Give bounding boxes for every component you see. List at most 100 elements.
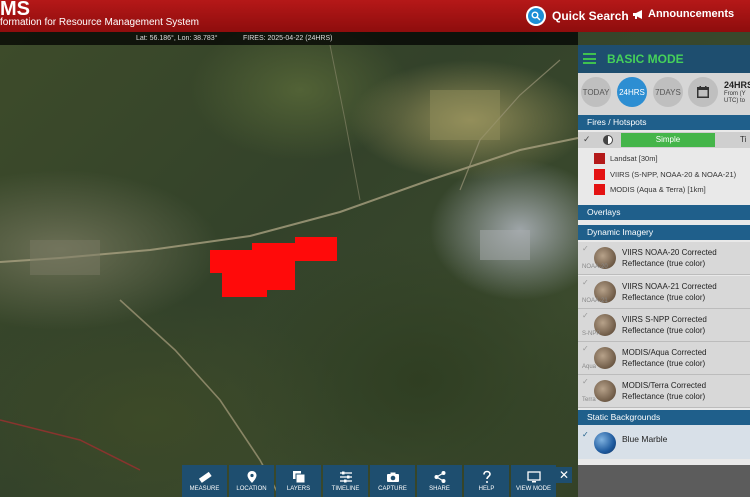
fires-hotspots-header[interactable]: Fires / Hotspots [578, 115, 750, 130]
simple-tab[interactable]: Simple [621, 133, 715, 147]
close-toolbar-button[interactable]: ✕ [556, 467, 572, 483]
overlays-header[interactable]: Overlays [578, 205, 750, 220]
calendar-icon [697, 86, 709, 98]
fire-display-tabs: ✓ Simple Ti [578, 132, 750, 148]
imagery-item-terra[interactable]: ✓ Terra MODIS/Terra Corrected Reflectanc… [578, 375, 750, 408]
capture-button[interactable]: CAPTURE [370, 465, 415, 497]
imagery-tag: Terra [582, 397, 596, 403]
location-button[interactable]: LOCATION [229, 465, 274, 497]
map-info-bar: Lat: 56.186°, Lon: 38.783° FIRES: 2025-0… [0, 32, 578, 45]
background-name: Blue Marble [622, 434, 668, 444]
legend-label: Landsat [30m] [610, 153, 658, 163]
imagery-tag: Aqua [582, 364, 597, 370]
share-icon [434, 471, 445, 483]
imagery-item-noaa21[interactable]: ✓ NOAA-21 VIIRS NOAA-21 Corrected Reflec… [578, 276, 750, 309]
legend-label: VIIRS (S-NPP, NOAA-20 & NOAA-21) [610, 169, 737, 179]
tool-label: MEASURE [189, 486, 220, 492]
static-backgrounds-header[interactable]: Static Backgrounds [578, 410, 750, 425]
legend-item-modis[interactable]: MODIS (Aqua & Terra) [1km] [594, 183, 706, 195]
check-icon: ✓ [582, 278, 589, 287]
tool-label: HELP [478, 486, 495, 492]
imagery-item-noaa20[interactable]: ✓ NOAA-20 VIIRS NOAA-20 Corrected Reflec… [578, 242, 750, 275]
announcements-button[interactable]: Announcements [632, 8, 734, 20]
imagery-subtitle: Reflectance (true color) [622, 259, 706, 268]
quick-search-button[interactable]: Quick Search [526, 5, 629, 27]
check-icon: ✓ [582, 430, 589, 439]
search-icon [526, 6, 546, 26]
dynamic-imagery-header[interactable]: Dynamic Imagery [578, 225, 750, 240]
help-icon [482, 470, 491, 483]
landsat-swatch [594, 152, 605, 164]
imagery-subtitle: Reflectance (true color) [622, 392, 706, 401]
imagery-name: MODIS/Aqua Corrected [622, 348, 707, 357]
fire-hotspot[interactable] [252, 243, 295, 290]
ruler-icon [198, 471, 212, 483]
calendar-button[interactable] [688, 77, 718, 107]
layers-icon [292, 471, 305, 484]
imagery-thumbnail [594, 380, 616, 402]
cursor-coordinates: Lat: 56.186°, Lon: 38.783° [136, 35, 218, 42]
tool-label: CAPTURE [378, 486, 407, 492]
background-item-blue-marble[interactable]: ✓ Blue Marble [578, 425, 750, 459]
check-icon: ✓ [582, 344, 589, 353]
imagery-name: MODIS/Terra Corrected [622, 381, 707, 390]
imagery-name: VIIRS S-NPP Corrected [622, 315, 707, 324]
tool-label: LAYERS [286, 486, 311, 492]
check-icon: ✓ [582, 244, 589, 253]
timeline-button[interactable]: TIMELINE [323, 465, 368, 497]
location-pin-icon [247, 471, 256, 483]
fire-hotspot[interactable] [295, 237, 337, 261]
modis-swatch [594, 183, 605, 195]
range-utc-text: UTC) to [724, 98, 745, 104]
today-button[interactable]: TODAY [581, 77, 611, 107]
7days-button[interactable]: 7DAYS [653, 77, 683, 107]
timeline-tab[interactable]: Ti [740, 135, 746, 144]
globe-thumbnail [594, 432, 616, 454]
time-range-selector: TODAY 24HRS 7DAYS 24HRS From (Y UTC) to [578, 73, 750, 115]
imagery-thumbnail [594, 347, 616, 369]
announcements-label: Announcements [648, 8, 735, 20]
legend-label: MODIS (Aqua & Terra) [1km] [610, 184, 706, 194]
layers-button[interactable]: LAYERS [276, 465, 321, 497]
tool-label: VIEW MODE [515, 486, 551, 492]
camera-icon [386, 472, 399, 482]
imagery-subtitle: Reflectance (true color) [622, 359, 706, 368]
fires-toggle-check[interactable]: ✓ [583, 134, 591, 145]
imagery-name: VIIRS NOAA-21 Corrected [622, 282, 717, 291]
view-mode-button[interactable]: VIEW MODE [511, 465, 556, 497]
monitor-icon [526, 471, 541, 483]
share-button[interactable]: SHARE [417, 465, 462, 497]
tool-label: SHARE [429, 486, 450, 492]
app-subtitle: formation for Resource Management System [0, 17, 199, 28]
range-title: 24HRS [724, 80, 750, 90]
imagery-item-aqua[interactable]: ✓ Aqua MODIS/Aqua Corrected Reflectance … [578, 342, 750, 375]
layer-panel: BASIC MODE TODAY 24HRS 7DAYS 24HRS From … [578, 45, 750, 465]
imagery-tag: NOAA-20 [582, 264, 608, 270]
tool-label: TIMELINE [331, 486, 360, 492]
panel-footer [578, 465, 750, 497]
24hrs-button[interactable]: 24HRS [617, 77, 647, 107]
panel-header: BASIC MODE [578, 45, 750, 73]
legend-item-landsat[interactable]: Landsat [30m] [594, 152, 658, 164]
imagery-tag: NOAA-21 [582, 298, 608, 304]
imagery-name: VIIRS NOAA-20 Corrected [622, 248, 717, 257]
mode-title: BASIC MODE [607, 52, 684, 66]
imagery-tag: S-NPP [582, 331, 601, 337]
check-icon: ✓ [582, 311, 589, 320]
map-toolbar: MEASURE LOCATION LAYERS TIMELINE CAPTURE… [182, 465, 556, 497]
sliders-icon [339, 471, 352, 483]
imagery-item-snpp[interactable]: ✓ S-NPP VIIRS S-NPP Corrected Reflectanc… [578, 309, 750, 342]
imagery-subtitle: Reflectance (true color) [622, 326, 706, 335]
menu-icon[interactable] [583, 53, 596, 64]
contrast-icon[interactable] [603, 135, 613, 145]
tool-label: LOCATION [236, 486, 267, 492]
measure-button[interactable]: MEASURE [182, 465, 227, 497]
range-from-text: From (Y [724, 91, 746, 97]
imagery-subtitle: Reflectance (true color) [622, 293, 706, 302]
legend-item-viirs[interactable]: VIIRS (S-NPP, NOAA-20 & NOAA-21) [594, 168, 736, 180]
app-header: MS formation for Resource Management Sys… [0, 0, 750, 32]
check-icon: ✓ [582, 377, 589, 386]
fires-date-label: FIRES: 2025-04-22 (24HRS) [243, 35, 333, 42]
megaphone-icon [633, 9, 642, 19]
help-button[interactable]: HELP [464, 465, 509, 497]
